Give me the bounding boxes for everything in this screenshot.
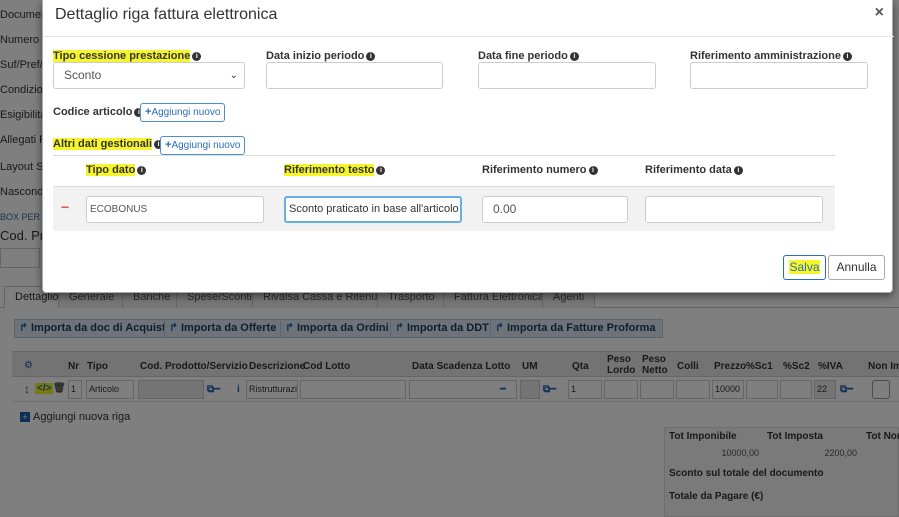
save-button[interactable]: Salva bbox=[783, 255, 826, 280]
save-label: Salva bbox=[789, 260, 820, 274]
codice-articolo-label: Codice articolo i bbox=[53, 106, 144, 118]
info-icon: i bbox=[137, 166, 147, 175]
info-icon: i bbox=[569, 52, 579, 61]
add-new-label: Aggiungi nuovo bbox=[171, 140, 241, 151]
rif-numero-input[interactable]: 0.00 bbox=[482, 196, 628, 223]
tipo-dato-input[interactable]: ECOBONUS bbox=[86, 196, 264, 223]
altri-dati-label: Altri dati gestionali i bbox=[53, 138, 164, 150]
modal-header: Dettaglio riga fattura elettronica × bbox=[43, 0, 894, 37]
data-inizio-text: Data inizio periodo bbox=[266, 50, 365, 62]
col-tipo-dato: Tipo dato i bbox=[86, 164, 147, 176]
tipo-cessione-select[interactable]: Sconto ⌄ bbox=[53, 62, 245, 89]
add-altri-dati-button[interactable]: +Aggiungi nuovo bbox=[160, 136, 246, 155]
tipo-cessione-value: Sconto bbox=[64, 68, 102, 82]
col-rif-testo: Riferimento testo i bbox=[284, 164, 386, 176]
rif-data-input[interactable] bbox=[645, 196, 823, 223]
info-icon: i bbox=[842, 52, 852, 61]
col-rif-data-text: Riferimento data bbox=[645, 164, 732, 176]
tipo-cessione-label: Tipo cessione prestazione i bbox=[53, 50, 202, 62]
add-new-label: Aggiungi nuovo bbox=[151, 107, 221, 118]
altri-dati-text: Altri dati gestionali bbox=[53, 138, 153, 150]
remove-row-icon[interactable]: − bbox=[61, 199, 69, 215]
codice-articolo-text: Codice articolo bbox=[53, 106, 133, 118]
cancel-button[interactable]: Annulla bbox=[828, 255, 885, 280]
close-icon[interactable]: × bbox=[875, 4, 884, 22]
col-rif-numero-text: Riferimento numero bbox=[482, 164, 587, 176]
col-tipo-dato-text: Tipo dato bbox=[86, 164, 136, 176]
add-codice-articolo-button[interactable]: +Aggiungi nuovo bbox=[140, 103, 226, 122]
info-icon: i bbox=[192, 52, 202, 61]
info-icon: i bbox=[733, 166, 743, 175]
data-inizio-input[interactable] bbox=[266, 62, 443, 89]
rif-amministrazione-label: Riferimento amministrazione i bbox=[690, 50, 852, 62]
rif-testo-input[interactable]: Sconto praticato in base all'articolo 12… bbox=[284, 196, 462, 223]
info-icon: i bbox=[376, 166, 386, 175]
modal-title: Dettaglio riga fattura elettronica bbox=[55, 6, 278, 23]
sub-table-divider bbox=[53, 155, 835, 156]
col-rif-testo-text: Riferimento testo bbox=[284, 164, 375, 176]
col-rif-data: Riferimento data i bbox=[645, 164, 743, 176]
tipo-cessione-text: Tipo cessione prestazione bbox=[53, 50, 191, 62]
rif-amministrazione-input[interactable] bbox=[690, 62, 868, 89]
info-icon: i bbox=[366, 52, 376, 61]
data-fine-label: Data fine periodo i bbox=[478, 50, 579, 62]
col-rif-numero: Riferimento numero i bbox=[482, 164, 598, 176]
chevron-down-icon: ⌄ bbox=[229, 70, 238, 81]
data-fine-input[interactable] bbox=[478, 62, 656, 89]
data-fine-text: Data fine periodo bbox=[478, 50, 568, 62]
data-inizio-label: Data inizio periodo i bbox=[266, 50, 376, 62]
info-icon: i bbox=[588, 166, 598, 175]
rif-amministrazione-text: Riferimento amministrazione bbox=[690, 50, 841, 62]
